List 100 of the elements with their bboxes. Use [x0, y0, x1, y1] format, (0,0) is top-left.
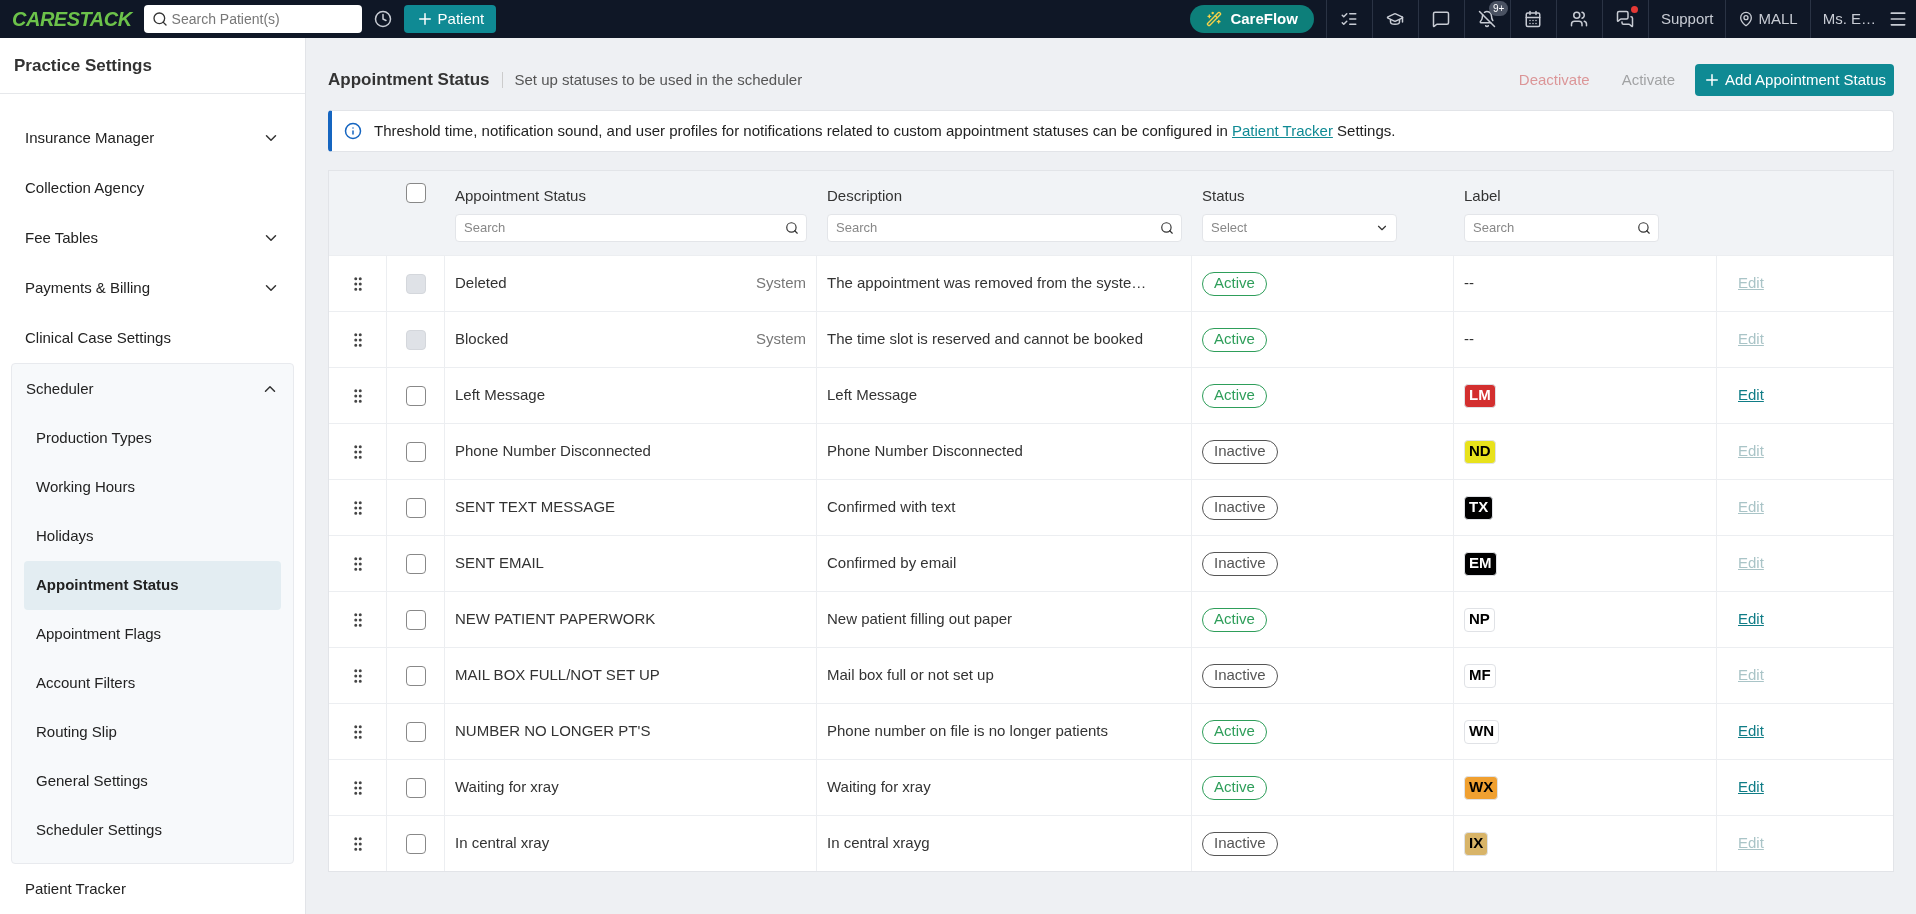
- info-icon: [344, 122, 362, 140]
- column-search-field[interactable]: Search: [1464, 213, 1659, 242]
- menu-icon[interactable]: [1888, 9, 1908, 29]
- table-cell-text: --: [1464, 329, 1474, 350]
- column-header: Description: [827, 186, 904, 206]
- column-search-field[interactable]: Search: [455, 213, 807, 242]
- clock-icon[interactable]: [373, 10, 392, 28]
- row-checkbox[interactable]: [405, 609, 426, 630]
- system-tag: System: [756, 328, 806, 351]
- row-checkbox[interactable]: [405, 385, 426, 406]
- add-status-button[interactable]: Add Appointment Status: [1695, 64, 1894, 96]
- label-tag: TX: [1464, 495, 1494, 520]
- careflow-button[interactable]: CareFlow: [1190, 5, 1314, 33]
- table-cell-text: In central xray: [455, 833, 550, 854]
- support-link[interactable]: Support: [1647, 0, 1726, 38]
- location-selector[interactable]: MALL: [1725, 0, 1810, 38]
- sidebar-subitem[interactable]: Appointment Status: [24, 561, 281, 610]
- table-cell-text: Confirmed by email: [827, 553, 957, 574]
- sidebar-item[interactable]: Patient Tracker: [11, 864, 294, 914]
- row-checkbox[interactable]: [405, 553, 426, 574]
- table-cell-text: NEW PATIENT PAPERWORK: [455, 609, 656, 630]
- row-checkbox[interactable]: [405, 721, 426, 742]
- graduation-cap-icon[interactable]: [1386, 10, 1405, 28]
- sidebar-item[interactable]: Clinical Case Settings: [11, 313, 294, 363]
- row-checkbox[interactable]: [405, 833, 426, 854]
- sidebar-title: Practice Settings: [0, 38, 305, 94]
- map-pin-icon: [1738, 11, 1755, 27]
- table-cell-text: New patient filling out paper: [827, 609, 1013, 630]
- bell-off-icon[interactable]: [1478, 10, 1497, 28]
- row-checkbox[interactable]: [405, 497, 426, 518]
- table-cell-text: Blocked: [455, 329, 509, 350]
- table-cell-text: Left Message: [455, 385, 546, 406]
- sidebar-item[interactable]: Insurance Manager: [11, 113, 294, 163]
- chat-icon[interactable]: [1616, 10, 1635, 28]
- sidebar-subitem[interactable]: Working Hours: [24, 463, 281, 512]
- sidebar-item[interactable]: Collection Agency: [11, 163, 294, 213]
- table-cell-text: NUMBER NO LONGER PT'S: [455, 721, 651, 742]
- search-icon: [1637, 220, 1651, 235]
- row-checkbox[interactable]: [405, 441, 426, 462]
- sidebar-subitem[interactable]: Appointment Flags: [24, 610, 281, 659]
- page-title: Appointment Status: [328, 69, 490, 92]
- add-patient-button[interactable]: Patient: [403, 5, 497, 33]
- speech-bubble-icon[interactable]: [1432, 10, 1451, 28]
- column-header: Label: [1464, 186, 1502, 206]
- edit-link[interactable]: Edit: [1738, 608, 1764, 631]
- sidebar-subitem[interactable]: Routing Slip: [24, 708, 281, 757]
- table-cell-text: The appointment was removed from the syste…: [827, 273, 1147, 294]
- search-field[interactable]: Search Patient(s): [143, 5, 362, 33]
- table-cell-text: Waiting for xray: [827, 777, 931, 798]
- users-icon[interactable]: [1570, 10, 1589, 28]
- label-tag: ND: [1464, 439, 1496, 464]
- notification-badge: 9+: [1488, 1, 1509, 16]
- label-tag: LM: [1464, 383, 1496, 408]
- table-cell-text: SENT TEXT MESSAGE: [455, 497, 616, 518]
- calendar-icon[interactable]: [1524, 10, 1543, 28]
- table-cell-text: MAIL BOX FULL/NOT SET UP: [455, 665, 660, 686]
- table-cell-text: Mail box full or not set up: [827, 665, 994, 686]
- label-tag: WN: [1464, 719, 1499, 744]
- sidebar-subitem[interactable]: Account Filters: [24, 659, 281, 708]
- label-tag: EM: [1464, 551, 1497, 576]
- status-select[interactable]: Select: [1202, 213, 1397, 242]
- user-menu[interactable]: Ms. E…: [1809, 0, 1888, 38]
- wand-icon: [1206, 11, 1223, 27]
- banner-text: Threshold time, notification sound, and user profiles for notifications related to custom appointment statuses can be configured in Patient Tracker Settings.: [374, 120, 1396, 141]
- edit-link[interactable]: Edit: [1738, 384, 1764, 407]
- label-tag: WX: [1464, 775, 1499, 800]
- sidebar-subitem[interactable]: Holidays: [24, 512, 281, 561]
- table-cell-text: In central xrayg: [827, 833, 930, 854]
- table-cell-text: Phone Number Disconnected: [455, 441, 651, 462]
- checklist-icon[interactable]: [1340, 10, 1359, 28]
- table-cell-text: Waiting for xray: [455, 777, 559, 798]
- table-cell-text: SENT EMAIL: [455, 553, 544, 574]
- row-checkbox[interactable]: [405, 777, 426, 798]
- sidebar-item[interactable]: Scheduler: [12, 364, 293, 414]
- sidebar-subitem[interactable]: General Settings: [24, 757, 281, 806]
- system-tag: System: [756, 272, 806, 295]
- search-icon: [785, 220, 799, 235]
- table-cell-text: The time slot is reserved and cannot be booked: [827, 329, 1144, 350]
- sidebar-item[interactable]: Fee Tables: [11, 213, 294, 263]
- search-icon: [1160, 220, 1174, 235]
- row-checkbox[interactable]: [405, 665, 426, 686]
- edit-link[interactable]: Edit: [1738, 776, 1764, 799]
- label-tag: MF: [1464, 663, 1496, 688]
- table-cell-text: Deleted: [455, 273, 507, 294]
- table-cell-text: Left Message: [827, 385, 918, 406]
- sidebar-subitem[interactable]: Scheduler Settings: [24, 806, 281, 855]
- patient-tracker-link[interactable]: Patient Tracker: [1232, 121, 1333, 139]
- column-header: Appointment Status: [455, 186, 587, 206]
- table-cell-text: Confirmed with text: [827, 497, 956, 518]
- edit-link[interactable]: Edit: [1738, 720, 1764, 743]
- sidebar-item[interactable]: Payments & Billing: [11, 263, 294, 313]
- select-all-checkbox[interactable]: [406, 183, 426, 203]
- table-cell-text: --: [1464, 273, 1474, 294]
- column-search-field[interactable]: Search: [827, 213, 1182, 242]
- logo: CARESTACK: [12, 7, 132, 32]
- sidebar-subitem[interactable]: Production Types: [24, 414, 281, 463]
- table-cell-text: Phone number on file is no longer patients: [827, 721, 1108, 742]
- label-tag: IX: [1464, 831, 1489, 856]
- table-cell-text: Phone Number Disconnected: [827, 441, 1023, 462]
- label-tag: NP: [1464, 607, 1495, 632]
